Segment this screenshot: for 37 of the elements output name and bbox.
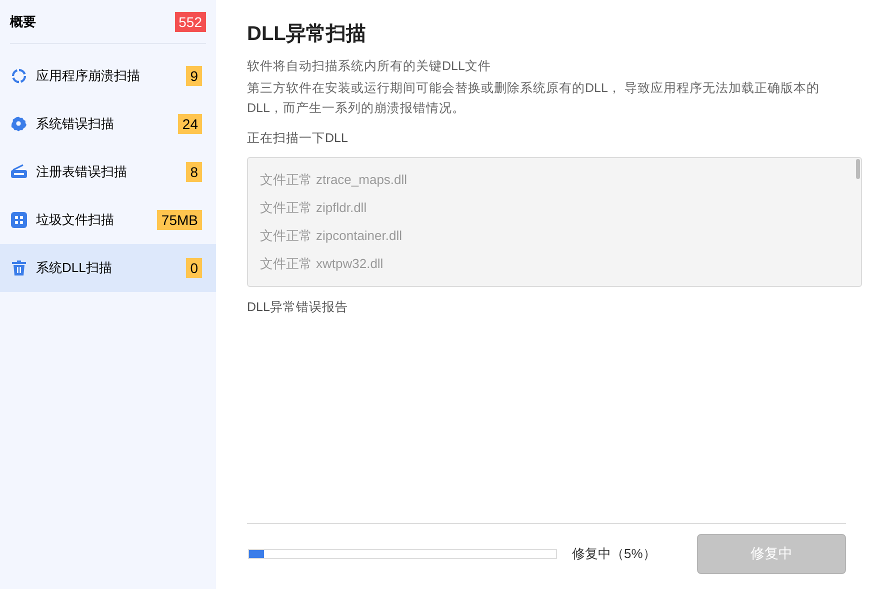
item-label: 注册表错误扫描 xyxy=(36,163,128,182)
description-text: 第三方软件在安装或运行期间可能会替换或删除系统原有的DLL， 导致应用程序无法加载正确版本的DLL，而产生一系列的崩溃报错情况。 xyxy=(247,80,820,117)
count-badge: 75MB xyxy=(157,210,202,230)
page-title: DLL异常扫描 xyxy=(247,22,367,47)
overview-label: 概要 xyxy=(10,12,36,31)
sidebar-item[interactable]: 垃圾文件扫描 75MB xyxy=(0,196,216,244)
item-label: 应用程序崩溃扫描 xyxy=(36,67,141,86)
refresh-icon xyxy=(11,68,27,84)
status-text: 文件正常 xyxy=(260,171,312,190)
count-badge: 8 xyxy=(186,162,202,182)
scan-label: 正在扫描一下DLL xyxy=(247,130,349,147)
count-badge: 9 xyxy=(186,66,202,86)
status-text: 文件正常 xyxy=(260,199,312,218)
radio-icon xyxy=(10,164,28,180)
file-name: xwtpw32.dll xyxy=(316,255,384,274)
trash-icon xyxy=(11,260,27,276)
description-text: 软件将自动扫描系统内所有的关键DLL文件 xyxy=(247,58,492,75)
sidebar-item[interactable]: 应用程序崩溃扫描 9 xyxy=(0,52,216,100)
status-text: 文件正常 xyxy=(260,255,312,274)
apps-icon xyxy=(11,212,27,228)
status-text: 文件正常 xyxy=(260,227,312,246)
item-label: 系统错误扫描 xyxy=(36,115,115,134)
count-badge: 552 xyxy=(174,12,206,32)
report-label: DLL异常错误报告 xyxy=(247,299,349,316)
progress-text: 修复中（5%） xyxy=(572,544,656,563)
file-name: zipcontainer.dll xyxy=(316,227,402,246)
sidebar-item[interactable]: 系统DLL扫描 0 xyxy=(0,244,216,292)
count-badge: 0 xyxy=(186,258,202,278)
sidebar-item[interactable]: 注册表错误扫描 8 xyxy=(0,148,216,196)
item-label: 系统DLL扫描 xyxy=(36,259,113,278)
gear-icon xyxy=(11,116,27,132)
item-label: 垃圾文件扫描 xyxy=(36,211,115,230)
sidebar-item[interactable]: 系统错误扫描 24 xyxy=(0,100,216,148)
count-badge: 24 xyxy=(178,114,202,134)
scrollbar-thumb xyxy=(856,159,860,179)
file-name: zipfldr.dll xyxy=(316,199,367,218)
file-name: ztrace_maps.dll xyxy=(316,171,408,190)
